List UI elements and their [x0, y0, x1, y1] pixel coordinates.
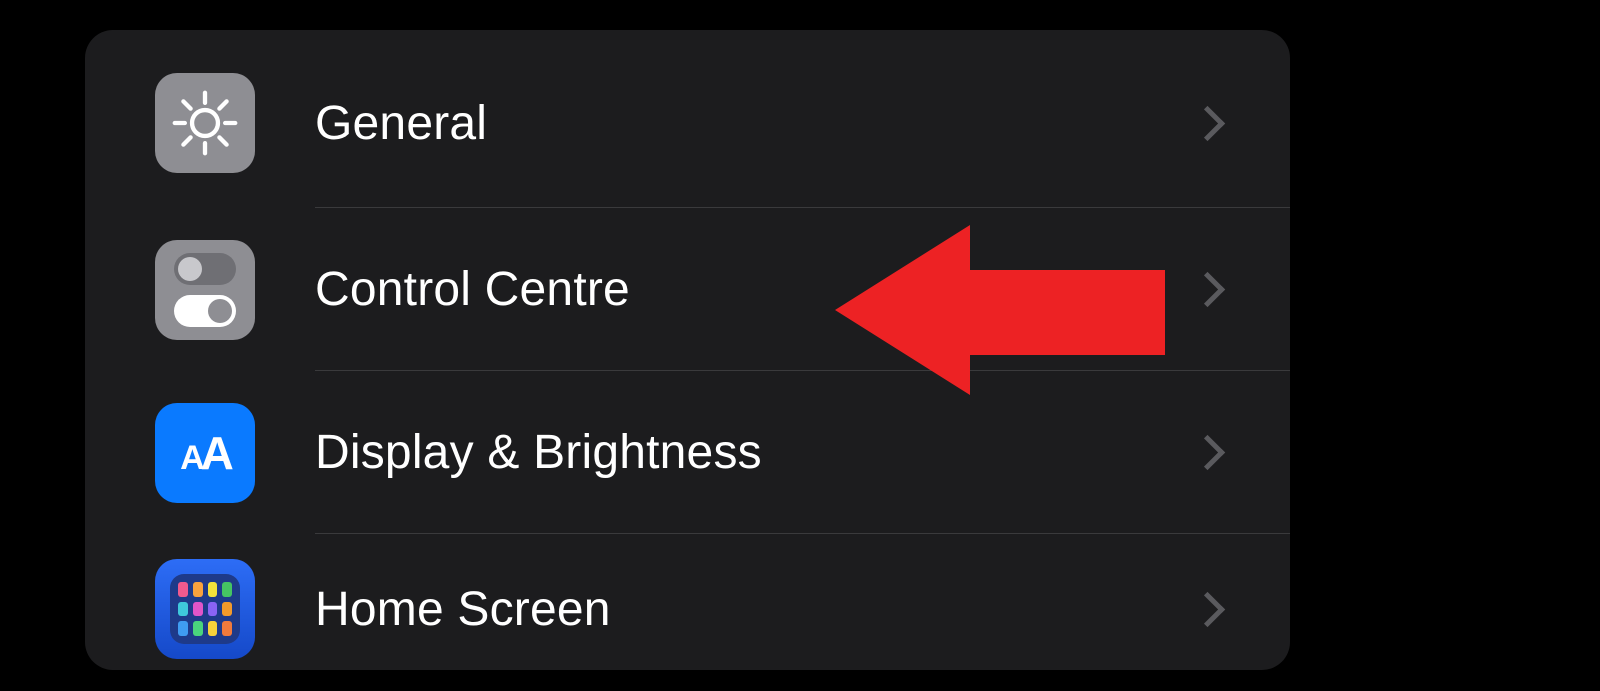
chevron-right-icon	[1190, 591, 1225, 626]
settings-row-display-brightness[interactable]: AA Display & Brightness	[85, 371, 1290, 534]
chevron-right-icon	[1190, 105, 1225, 140]
chevron-right-icon	[1190, 435, 1225, 470]
settings-row-general[interactable]: General	[85, 38, 1290, 208]
settings-list: General Control Centre AA Display & Brig…	[85, 30, 1290, 670]
settings-row-label: Display & Brightness	[315, 425, 1195, 480]
settings-row-label: Home Screen	[315, 582, 1195, 637]
chevron-right-icon	[1190, 272, 1225, 307]
toggles-icon	[155, 240, 255, 340]
settings-row-label: Control Centre	[315, 262, 1195, 317]
text-size-icon: AA	[155, 403, 255, 503]
settings-row-control-centre[interactable]: Control Centre	[85, 208, 1290, 371]
gear-icon	[155, 73, 255, 173]
settings-row-home-screen[interactable]: Home Screen	[85, 534, 1290, 684]
app-grid-icon	[155, 559, 255, 659]
settings-row-label: General	[315, 96, 1195, 151]
